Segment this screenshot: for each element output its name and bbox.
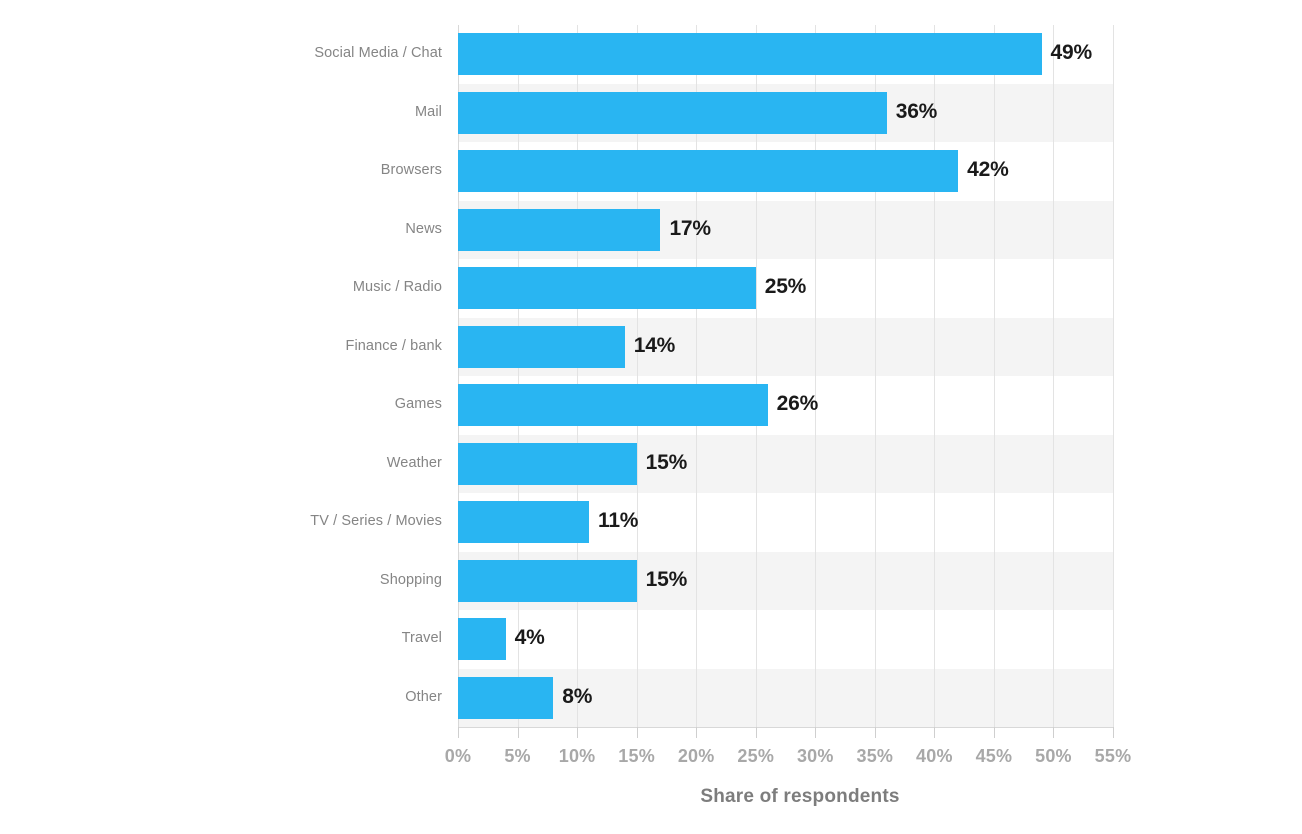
bar-row: 17% xyxy=(458,201,1113,260)
tick-mark xyxy=(518,727,519,738)
category-label: Mail xyxy=(415,103,442,120)
bar[interactable] xyxy=(458,208,661,251)
tick-label: 40% xyxy=(916,746,953,766)
bar-row: 4% xyxy=(458,610,1113,669)
category-label: Weather xyxy=(386,454,442,471)
tick-mark xyxy=(1113,727,1114,738)
tick-mark xyxy=(577,727,578,738)
bar-row: 49% xyxy=(458,25,1113,84)
tick-label: 45% xyxy=(975,746,1013,766)
tick-mark xyxy=(696,727,697,738)
bar[interactable] xyxy=(458,150,959,193)
bar[interactable] xyxy=(458,267,756,310)
bar-value-label: 15% xyxy=(645,450,688,474)
bar-value-label: 17% xyxy=(669,216,711,240)
category-label: Shopping xyxy=(379,571,442,588)
category-label: Games xyxy=(394,396,442,413)
bar-value-label: 15% xyxy=(645,567,688,591)
bar[interactable] xyxy=(458,325,625,368)
tick-mark xyxy=(458,727,459,738)
bar[interactable] xyxy=(458,442,637,485)
category-label: Other xyxy=(405,688,442,705)
bar[interactable] xyxy=(458,618,506,661)
plot-area: 49% 36% 42% 17% 25% 14% 26% 15% 11% 15% 4% 8% xyxy=(458,25,1114,728)
bar-row: 11% xyxy=(458,493,1113,552)
bar-row: 26% xyxy=(458,376,1113,435)
bar[interactable] xyxy=(458,33,1042,76)
category-label: News xyxy=(405,220,442,237)
x-axis-line xyxy=(458,727,1113,728)
tick-label: 35% xyxy=(856,746,894,766)
tick-mark xyxy=(815,727,816,738)
bar-value-label: 4% xyxy=(514,626,545,650)
bar[interactable] xyxy=(458,559,637,602)
bar-value-label: 8% xyxy=(562,684,593,708)
bar-chart: 49% 36% 42% 17% 25% 14% 26% 15% 11% 15% 4% 8% Socia… xyxy=(0,0,1302,834)
bar[interactable] xyxy=(458,91,887,134)
tick-mark xyxy=(875,727,876,738)
tick-label: 15% xyxy=(618,746,655,766)
tick-mark xyxy=(756,727,757,738)
category-label: Music / Radio xyxy=(352,279,442,296)
tick-mark xyxy=(637,727,638,738)
tick-label: 5% xyxy=(504,746,531,766)
bar[interactable] xyxy=(458,676,554,719)
category-label: Travel xyxy=(401,630,442,647)
bar-value-label: 26% xyxy=(776,392,819,416)
bar-row: 42% xyxy=(458,142,1113,201)
bar[interactable] xyxy=(458,384,768,427)
bar-value-label: 36% xyxy=(895,99,938,123)
tick-label: 25% xyxy=(737,746,775,766)
tick-mark xyxy=(1053,727,1054,738)
bar-row: 25% xyxy=(458,259,1113,318)
x-axis-title: Share of respondents xyxy=(0,786,1302,808)
tick-mark xyxy=(934,727,935,738)
bar-row: 14% xyxy=(458,318,1113,377)
tick-label: 20% xyxy=(677,746,715,766)
bar-value-label: 14% xyxy=(633,333,676,357)
tick-label: 50% xyxy=(1035,746,1072,766)
bar-row: 15% xyxy=(458,435,1113,494)
bar[interactable] xyxy=(458,501,589,544)
category-label: Social Media / Chat xyxy=(314,45,442,62)
tick-label: 30% xyxy=(796,746,834,766)
bar-value-label: 25% xyxy=(764,275,807,299)
tick-mark xyxy=(994,727,995,738)
bar-row: 15% xyxy=(458,552,1113,611)
bar-value-label: 42% xyxy=(967,158,1009,182)
bar-row: 8% xyxy=(458,669,1113,728)
bar-value-label: 49% xyxy=(1050,41,1093,65)
category-label: TV / Series / Movies xyxy=(310,513,442,530)
bar-row: 36% xyxy=(458,84,1113,143)
tick-label: 55% xyxy=(1094,746,1132,766)
category-label: Finance / bank xyxy=(345,337,442,354)
tick-label: 10% xyxy=(558,746,596,766)
category-label: Browsers xyxy=(380,162,442,179)
bar-value-label: 11% xyxy=(598,509,639,533)
tick-label: 0% xyxy=(444,746,472,766)
gridline xyxy=(1113,25,1114,727)
x-axis-title-text: Share of respondents xyxy=(700,786,900,807)
